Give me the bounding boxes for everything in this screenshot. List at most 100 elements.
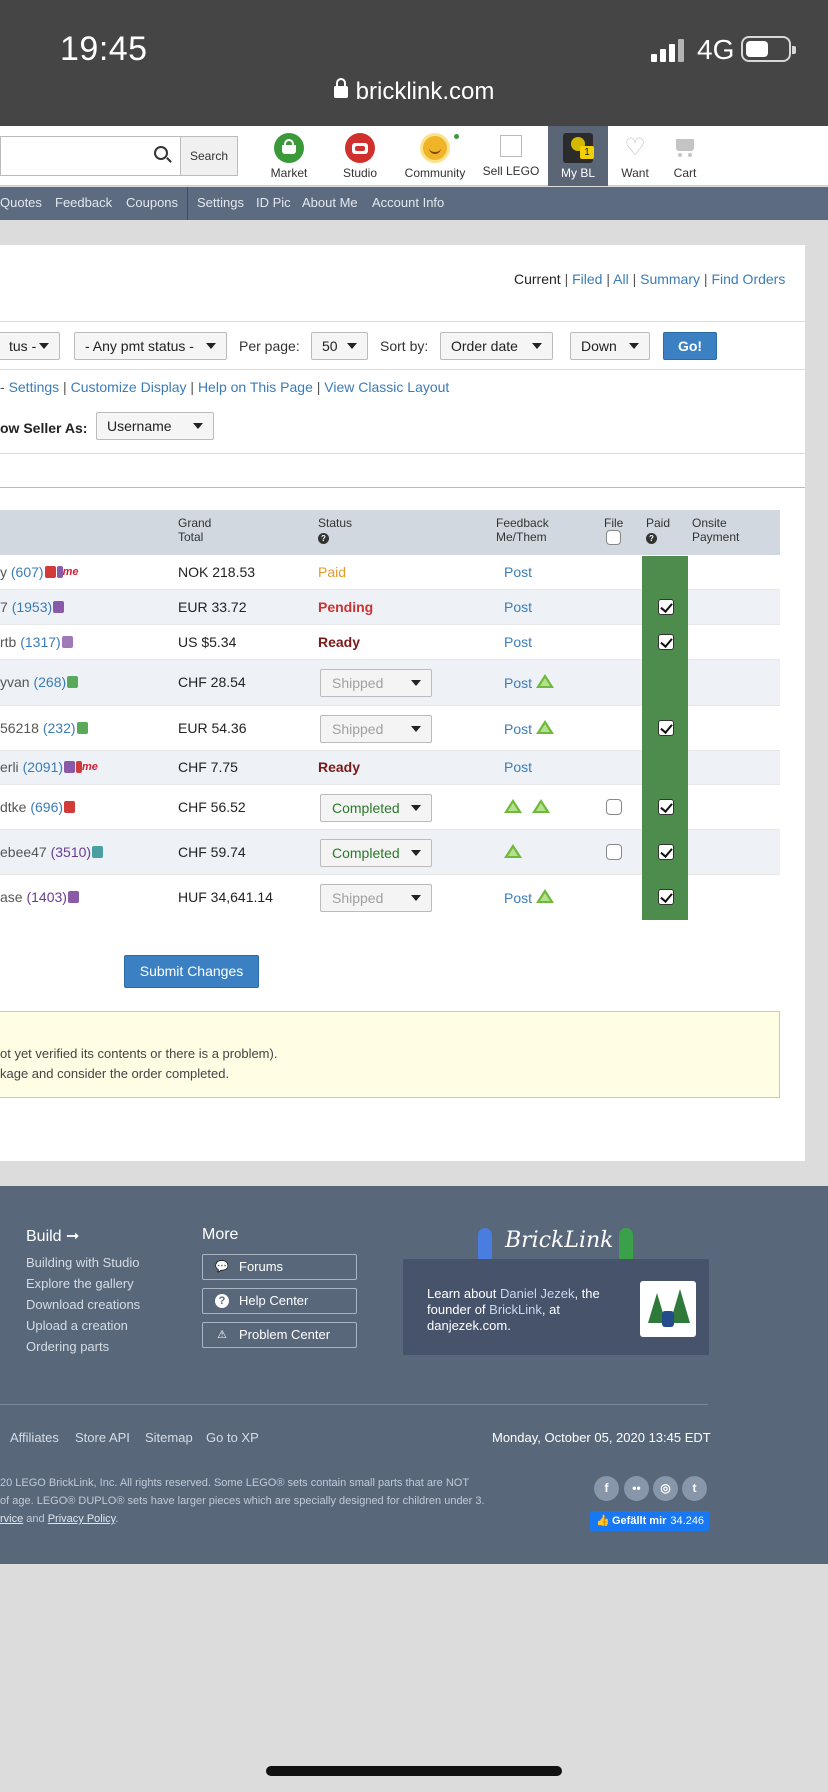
feedback-post-link[interactable]: Post	[504, 890, 532, 906]
subnav-quotes[interactable]: Quotes	[0, 195, 42, 210]
footer-link[interactable]: Building with Studio	[26, 1255, 139, 1270]
paid-checkbox[interactable]	[658, 599, 674, 615]
founder-promo[interactable]: Learn about Daniel Jezek, the founder of…	[403, 1259, 709, 1355]
paid-checkbox[interactable]	[658, 889, 674, 905]
feedback-score[interactable]: (607)	[11, 564, 44, 580]
table-row[interactable]: ase (1403) HUF 34,641.14 Shipped Post	[0, 875, 780, 920]
feedback-post-link[interactable]: Post	[504, 721, 532, 737]
feedback-post-link[interactable]: Post	[504, 564, 532, 580]
view-find-orders[interactable]: Find Orders	[711, 271, 785, 287]
buyer-name[interactable]: ebee47 (3510)	[0, 844, 104, 860]
terms-link[interactable]: rvice	[0, 1513, 23, 1525]
search-icon[interactable]	[154, 146, 168, 160]
help-center-button[interactable]: ? Help Center	[202, 1288, 357, 1314]
footer-link[interactable]: Upload a creation	[26, 1318, 128, 1333]
forums-button[interactable]: 💬 Forums	[202, 1254, 357, 1280]
buyer-name[interactable]: dtke (696)	[0, 799, 76, 815]
address-bar[interactable]: bricklink.com	[0, 78, 828, 106]
sort-by-select[interactable]: Order date	[440, 332, 553, 360]
feedback-post-link[interactable]: Post	[504, 675, 532, 691]
order-status-select[interactable]: Shipped	[320, 669, 432, 697]
payment-status-select[interactable]: - Any pmt status -	[74, 332, 227, 360]
nav-sell-lego[interactable]: Sell LEGO	[481, 126, 541, 186]
feedback-score[interactable]: (3510)	[51, 844, 91, 860]
order-status-select[interactable]: Shipped	[320, 715, 432, 743]
bricklink-logo[interactable]: BrickLink	[505, 1228, 614, 1253]
table-row[interactable]: ebee47 (3510) CHF 59.74 Completed	[0, 830, 780, 875]
buyer-name[interactable]: erli (2091) me	[0, 759, 98, 775]
status-filter-select[interactable]: tus -	[0, 332, 60, 360]
table-row[interactable]: erli (2091) me CHF 7.75 Ready Post	[0, 751, 780, 785]
build-heading[interactable]: Build ➞	[26, 1226, 79, 1246]
buyer-name[interactable]: 56218 (232)	[0, 720, 88, 736]
nav-cart[interactable]: Cart	[655, 126, 715, 186]
table-row[interactable]: y (607) me NOK 218.53 Paid Post	[0, 556, 780, 590]
table-row[interactable]: rtb (1317) US $5.34 Ready Post	[0, 625, 780, 660]
seller-as-select[interactable]: Username	[96, 412, 214, 440]
privacy-policy-link[interactable]: Privacy Policy	[48, 1513, 116, 1525]
facebook-like-button[interactable]: 👍 Gefällt mir 34.246	[590, 1511, 709, 1531]
flickr-icon[interactable]: ••	[624, 1476, 649, 1501]
view-current[interactable]: Current	[514, 271, 561, 287]
twitter-icon[interactable]: t	[682, 1476, 707, 1501]
subnav-feedback[interactable]: Feedback	[55, 195, 112, 210]
paid-checkbox[interactable]	[658, 844, 674, 860]
help-page-link[interactable]: Help on This Page	[198, 379, 313, 395]
buyer-name[interactable]: 7 (1953)	[0, 599, 65, 615]
help-icon[interactable]: ?	[318, 533, 329, 544]
select-all-file-checkbox[interactable]	[606, 530, 621, 545]
view-all[interactable]: All	[613, 271, 629, 287]
nav-community[interactable]: Community	[404, 126, 466, 186]
footer-link[interactable]: Download creations	[26, 1297, 140, 1312]
file-checkbox[interactable]	[606, 844, 622, 860]
feedback-post-link[interactable]: Post	[504, 634, 532, 650]
search-button[interactable]: Search	[180, 136, 238, 176]
go-button[interactable]: Go!	[663, 332, 717, 360]
footer-link[interactable]: Explore the gallery	[26, 1276, 134, 1291]
home-indicator[interactable]	[266, 1766, 562, 1776]
paid-checkbox[interactable]	[658, 634, 674, 650]
feedback-score[interactable]: (232)	[43, 720, 76, 736]
buyer-name[interactable]: yvan (268)	[0, 674, 79, 690]
per-page-select[interactable]: 50	[311, 332, 368, 360]
subnav-settings[interactable]: Settings	[197, 195, 244, 210]
buyer-name[interactable]: ase (1403)	[0, 889, 79, 905]
subnav-coupons[interactable]: Coupons	[126, 195, 178, 210]
paid-checkbox[interactable]	[658, 799, 674, 815]
nav-market[interactable]: Market	[259, 126, 319, 186]
subnav-account-info[interactable]: Account Info	[372, 195, 444, 210]
facebook-icon[interactable]: f	[594, 1476, 619, 1501]
help-icon[interactable]: ?	[646, 533, 657, 544]
buyer-name[interactable]: rtb (1317)	[0, 634, 73, 650]
store-api-link[interactable]: Store API	[75, 1430, 130, 1445]
classic-layout-link[interactable]: View Classic Layout	[324, 379, 449, 395]
feedback-score[interactable]: (1317)	[20, 634, 60, 650]
affiliates-link[interactable]: Affiliates	[10, 1430, 59, 1445]
feedback-score[interactable]: (268)	[33, 674, 66, 690]
feedback-score[interactable]: (2091)	[23, 759, 63, 775]
feedback-score[interactable]: (1953)	[12, 599, 52, 615]
view-summary[interactable]: Summary	[640, 271, 700, 287]
feedback-score[interactable]: (1403)	[26, 889, 66, 905]
feedback-post-link[interactable]: Post	[504, 599, 532, 615]
table-row[interactable]: dtke (696) CHF 56.52 Completed	[0, 785, 780, 830]
nav-studio[interactable]: Studio	[330, 126, 390, 186]
subnav-id-pic[interactable]: ID Pic	[256, 195, 291, 210]
settings-link[interactable]: Settings	[9, 379, 60, 395]
table-row[interactable]: 56218 (232) EUR 54.36 Shipped Post	[0, 706, 780, 751]
order-status-select[interactable]: Completed	[320, 839, 432, 867]
file-checkbox[interactable]	[606, 799, 622, 815]
footer-link[interactable]: Ordering parts	[26, 1339, 109, 1354]
sort-direction-select[interactable]: Down	[570, 332, 650, 360]
subnav-about-me[interactable]: About Me	[302, 195, 358, 210]
problem-center-button[interactable]: ⚠ Problem Center	[202, 1322, 357, 1348]
sitemap-link[interactable]: Sitemap	[145, 1430, 193, 1445]
search-input[interactable]	[0, 136, 180, 176]
daniel-jezek-link[interactable]: Daniel Jezek	[500, 1286, 574, 1301]
instagram-icon[interactable]: ◎	[653, 1476, 678, 1501]
order-status-select[interactable]: Shipped	[320, 884, 432, 912]
table-row[interactable]: 7 (1953) EUR 33.72 Pending Post	[0, 590, 780, 625]
view-filed[interactable]: Filed	[572, 271, 602, 287]
feedback-post-link[interactable]: Post	[504, 759, 532, 775]
feedback-score[interactable]: (696)	[30, 799, 63, 815]
